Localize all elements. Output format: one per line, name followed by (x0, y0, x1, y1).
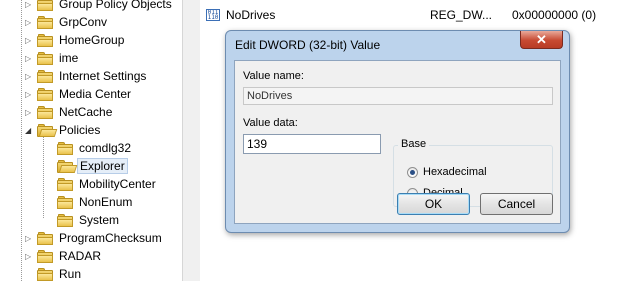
ok-button[interactable]: OK (397, 193, 470, 215)
tree-item-label: Run (59, 267, 82, 281)
folder-icon (37, 0, 53, 11)
tree-item-label: ProgramChecksum (59, 231, 162, 245)
expand-arrow-icon[interactable]: ▷ (25, 54, 37, 63)
folder-icon (37, 105, 53, 119)
expand-arrow-icon[interactable]: ▷ (25, 0, 37, 9)
tree-item-group-policy-objects[interactable]: ▷ Group Policy Objects (25, 0, 174, 13)
tree-item-label: NetCache (59, 105, 113, 119)
cancel-button[interactable]: Cancel (480, 193, 553, 215)
pane-splitter[interactable] (182, 0, 201, 281)
folder-icon (37, 249, 53, 263)
radio-hexadecimal[interactable]: Hexadecimal (407, 166, 487, 178)
folder-icon (37, 69, 53, 83)
value-type-cell: REG_DW... (430, 8, 493, 22)
tree-item-label: comdlg32 (79, 141, 132, 155)
open-folder-icon (37, 123, 58, 137)
tree-item-run[interactable]: Run (25, 265, 83, 281)
dialog-title: Edit DWORD (32-bit) Value (235, 38, 381, 52)
folder-icon (37, 33, 53, 47)
tree-item-ime[interactable]: ▷ ime (25, 49, 80, 67)
expand-arrow-icon[interactable]: ▷ (25, 234, 37, 243)
registry-tree: ▷ Group Policy Objects ▷ GrpConv ▷ HomeG… (0, 0, 182, 281)
expand-arrow-icon[interactable]: ▷ (25, 18, 37, 27)
dialog-body: Value name: NoDrives Value data: 139 Bas… (234, 60, 561, 224)
tree-item-label: Internet Settings (59, 69, 147, 83)
tree-item-label: GrpConv (59, 15, 108, 29)
tree-item-netcache[interactable]: ▷ NetCache (25, 103, 114, 121)
expand-arrow-icon[interactable]: ▷ (25, 252, 37, 261)
tree-item-label: ime (59, 51, 79, 65)
value-name-cell: NoDrives (226, 8, 276, 22)
tree-item-label: System (79, 213, 120, 227)
tree-item-policies[interactable]: ◢ Policies (25, 121, 102, 139)
tree-item-comdlg32[interactable]: comdlg32 (57, 139, 133, 157)
tree-item-label: Media Center (59, 87, 132, 101)
tree-item-label: MobilityCenter (79, 177, 156, 191)
tree-item-radar[interactable]: ▷ RADAR (25, 247, 103, 265)
folder-icon (37, 51, 53, 65)
tree-item-label: HomeGroup (59, 33, 125, 47)
value-name-field: NoDrives (243, 87, 553, 105)
folder-icon (37, 267, 53, 281)
folder-icon (57, 177, 73, 191)
folder-icon (57, 213, 73, 227)
base-label: Base (398, 138, 430, 150)
close-button[interactable]: ✕ (520, 31, 563, 49)
value-data-cell: 0x00000000 (0) (512, 8, 597, 22)
tree-item-nonenum[interactable]: NonEnum (57, 193, 134, 211)
tree-item-grpconv[interactable]: ▷ GrpConv (25, 13, 109, 31)
collapse-arrow-icon[interactable]: ◢ (25, 126, 37, 135)
tree-item-system[interactable]: System (57, 211, 121, 229)
folder-icon (57, 195, 73, 209)
tree-item-internet-settings[interactable]: ▷ Internet Settings (25, 67, 148, 85)
tree-item-label: NonEnum (79, 195, 133, 209)
folder-icon (37, 15, 53, 29)
tree-item-explorer[interactable]: Explorer (57, 157, 128, 175)
tree-item-mobilitycenter[interactable]: MobilityCenter (57, 175, 158, 193)
tree-item-label: Group Policy Objects (59, 0, 172, 11)
expand-arrow-icon[interactable]: ▷ (25, 108, 37, 117)
tree-item-media-center[interactable]: ▷ Media Center (25, 85, 133, 103)
tree-guide-line (43, 136, 44, 218)
folder-icon (37, 87, 53, 101)
value-row-nodrives[interactable]: 011 110 NoDrives REG_DW... 0x00000000 (0) (206, 6, 626, 24)
close-icon: ✕ (536, 31, 547, 47)
tree-item-label-selected: Explorer (77, 158, 128, 174)
tree-item-homegroup[interactable]: ▷ HomeGroup (25, 31, 126, 49)
value-data-label: Value data: (243, 117, 298, 129)
expand-arrow-icon[interactable]: ▷ (25, 90, 37, 99)
tree-item-programchecksum[interactable]: ▷ ProgramChecksum (25, 229, 164, 247)
edit-dword-dialog: Edit DWORD (32-bit) Value ✕ Value name: … (225, 30, 570, 233)
expand-arrow-icon[interactable]: ▷ (25, 36, 37, 45)
radio-checked-icon[interactable] (407, 166, 418, 178)
reg-binary-icon: 011 110 (206, 9, 220, 21)
tree-item-label: Policies (59, 123, 101, 137)
expand-arrow-icon[interactable]: ▷ (25, 72, 37, 81)
folder-icon (57, 141, 73, 155)
open-folder-icon (57, 159, 78, 173)
value-name-label: Value name: (243, 70, 304, 82)
value-data-input[interactable]: 139 (243, 134, 381, 154)
tree-guide-line (21, 0, 22, 281)
folder-icon (37, 231, 53, 245)
dialog-titlebar[interactable]: Edit DWORD (32-bit) Value ✕ (226, 31, 569, 57)
tree-item-label: RADAR (59, 249, 102, 263)
radio-hexadecimal-label: Hexadecimal (423, 166, 487, 178)
